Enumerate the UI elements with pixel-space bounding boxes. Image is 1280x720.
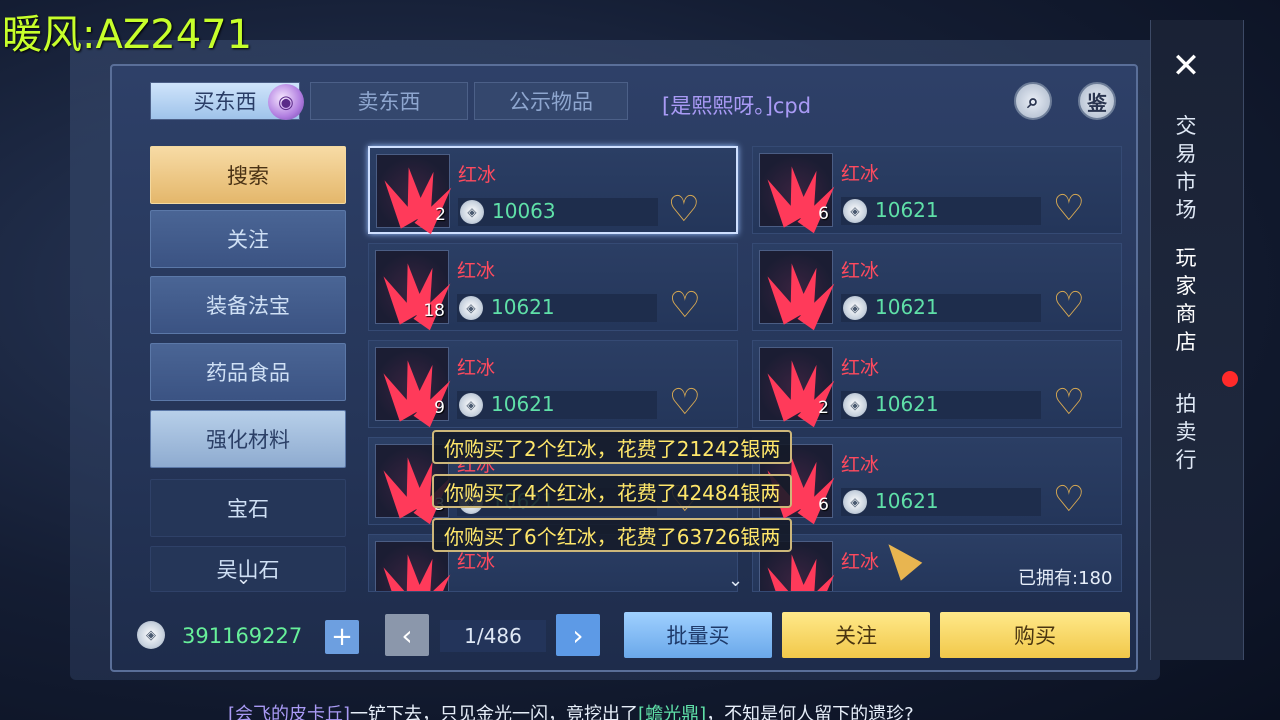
item-quantity: 2 — [818, 398, 829, 418]
sidebar-item[interactable]: 搜索 — [150, 146, 346, 204]
batch-buy-button[interactable]: 批量买 — [624, 612, 772, 658]
red-ice-crystal-icon: 6 — [758, 153, 843, 234]
price-box: ◈ 10621 — [841, 197, 1041, 225]
favorite-heart-icon[interactable]: ♡ — [1053, 191, 1085, 227]
page-indicator: 1/486 — [440, 620, 546, 652]
item-quantity: 6 — [818, 495, 829, 515]
price-box: ◈ 10621 — [457, 294, 657, 322]
speaker-icon[interactable]: ◉ — [268, 84, 304, 120]
item-card[interactable]: 2 红冰 ◈ 10063 ♡ — [368, 146, 738, 235]
price-box: ◈ 10621 — [457, 391, 657, 419]
price-box: ◈ 10063 — [458, 198, 658, 226]
item-name: 红冰 — [457, 260, 496, 282]
money-amount: 391169227 — [182, 624, 303, 648]
favorite-heart-icon[interactable]: ♡ — [669, 288, 701, 324]
notification-dot — [1222, 371, 1238, 387]
item-card[interactable]: 6 红冰 ◈ 10621 ♡ — [752, 437, 1122, 525]
menu-auction[interactable]: 拍卖行 — [1172, 390, 1200, 474]
favorite-heart-icon[interactable]: ♡ — [1053, 482, 1085, 518]
item-link[interactable]: [蟾光鼎] — [638, 704, 706, 720]
follow-button[interactable]: 关注 — [782, 612, 930, 658]
chevron-down-icon[interactable]: ⌄ — [728, 570, 743, 591]
red-ice-crystal-icon: 9 — [374, 347, 459, 428]
sidebar-item[interactable]: 强化材料 — [150, 410, 346, 468]
favorite-heart-icon[interactable]: ♡ — [668, 192, 700, 228]
appraise-button[interactable]: 鉴 — [1078, 82, 1116, 120]
price-box: ◈ 10621 — [841, 294, 1041, 322]
silver-coin-icon: ◈ — [843, 296, 867, 320]
silver-coin-icon: ◈ — [843, 490, 867, 514]
sidebar-item[interactable]: 装备法宝 — [150, 276, 346, 334]
item-card[interactable]: 红冰 ◈ 10621 ♡ — [752, 243, 1122, 331]
menu-trade-market[interactable]: 交易市场 — [1172, 112, 1200, 224]
red-ice-crystal-icon: 18 — [374, 250, 459, 331]
item-price: 10063 — [492, 199, 556, 223]
prev-page-button[interactable]: ‹ — [385, 614, 429, 656]
item-price: 10621 — [875, 198, 939, 222]
red-ice-crystal-icon — [758, 250, 843, 331]
item-price: 10621 — [875, 489, 939, 513]
search-doc-icon[interactable]: ⌕ — [1014, 82, 1052, 120]
item-quantity: 6 — [818, 204, 829, 224]
message-text: ，不知是何人留下的遗珍? — [706, 704, 914, 720]
favorite-heart-icon[interactable]: ♡ — [669, 385, 701, 421]
system-message: [会飞的皮卡丘]一铲下去，只见金光一闪，竟挖出了[蟾光鼎]，不知是何人留下的遗珍… — [228, 700, 914, 720]
silver-coin-icon: ◈ — [843, 199, 867, 223]
silver-coin-icon: ◈ — [459, 296, 483, 320]
item-name: 红冰 — [841, 454, 880, 476]
purchase-toast: 你购买了2个红冰，花费了21242银两 — [432, 430, 793, 464]
next-page-button[interactable]: › — [556, 614, 600, 656]
silver-coin-icon: ◈ — [137, 621, 165, 649]
player-name[interactable]: [会飞的皮卡丘] — [228, 704, 350, 720]
item-price: 10621 — [491, 392, 555, 416]
favorite-heart-icon[interactable]: ♡ — [1053, 385, 1085, 421]
item-price: 10621 — [491, 295, 555, 319]
red-ice-crystal-icon: 2 — [375, 154, 460, 235]
sidebar-item[interactable]: 药品食品 — [150, 343, 346, 401]
item-name: 红冰 — [841, 163, 880, 185]
item-quantity: 2 — [435, 205, 446, 225]
item-name: 红冰 — [458, 164, 497, 186]
owned-count: 已拥有:180 — [1018, 568, 1113, 589]
favorite-heart-icon[interactable]: ♡ — [1053, 288, 1085, 324]
chevron-down-icon[interactable]: ⌄ — [236, 568, 251, 589]
buy-button[interactable]: 购买 — [940, 612, 1130, 658]
add-money-button[interactable]: + — [325, 620, 359, 654]
price-box: ◈ 10621 — [841, 488, 1041, 516]
purchase-toast: 你购买了4个红冰，花费了42484银两 — [432, 474, 793, 508]
item-name: 红冰 — [457, 357, 496, 379]
item-card[interactable]: 2 红冰 ◈ 10621 ♡ — [752, 340, 1122, 428]
item-quantity: 18 — [423, 301, 445, 321]
item-card[interactable]: 6 红冰 ◈ 10621 ♡ — [752, 146, 1122, 234]
sidebar-item[interactable]: 关注 — [150, 210, 346, 268]
sidebar-item[interactable]: 宝石 — [150, 479, 346, 537]
item-quantity: 9 — [434, 398, 445, 418]
announcement-ticker: [是熙熙呀。]cpd — [662, 94, 812, 118]
item-card[interactable]: 18 红冰 ◈ 10621 ♡ — [368, 243, 738, 331]
red-ice-crystal-icon: 2 — [758, 347, 843, 428]
message-text: 一铲下去，只见金光一闪，竟挖出了 — [350, 704, 639, 720]
item-name: 红冰 — [841, 357, 880, 379]
tab-public[interactable]: 公示物品 — [474, 82, 628, 120]
item-name: 红冰 — [841, 551, 880, 573]
price-box: ◈ 10621 — [841, 391, 1041, 419]
item-price: 10621 — [875, 295, 939, 319]
close-icon[interactable]: ✕ — [1168, 46, 1204, 86]
streamer-watermark: 暖风:AZ2471 — [2, 12, 253, 58]
item-name: 红冰 — [841, 260, 880, 282]
item-price: 10621 — [875, 392, 939, 416]
silver-coin-icon: ◈ — [843, 393, 867, 417]
tab-sell[interactable]: 卖东西 — [310, 82, 468, 120]
item-card[interactable]: 9 红冰 ◈ 10621 ♡ — [368, 340, 738, 428]
purchase-toast: 你购买了6个红冰，花费了63726银两 — [432, 518, 793, 552]
silver-coin-icon: ◈ — [460, 200, 484, 224]
menu-player-shop[interactable]: 玩家商店 — [1172, 244, 1200, 356]
silver-coin-icon: ◈ — [459, 393, 483, 417]
